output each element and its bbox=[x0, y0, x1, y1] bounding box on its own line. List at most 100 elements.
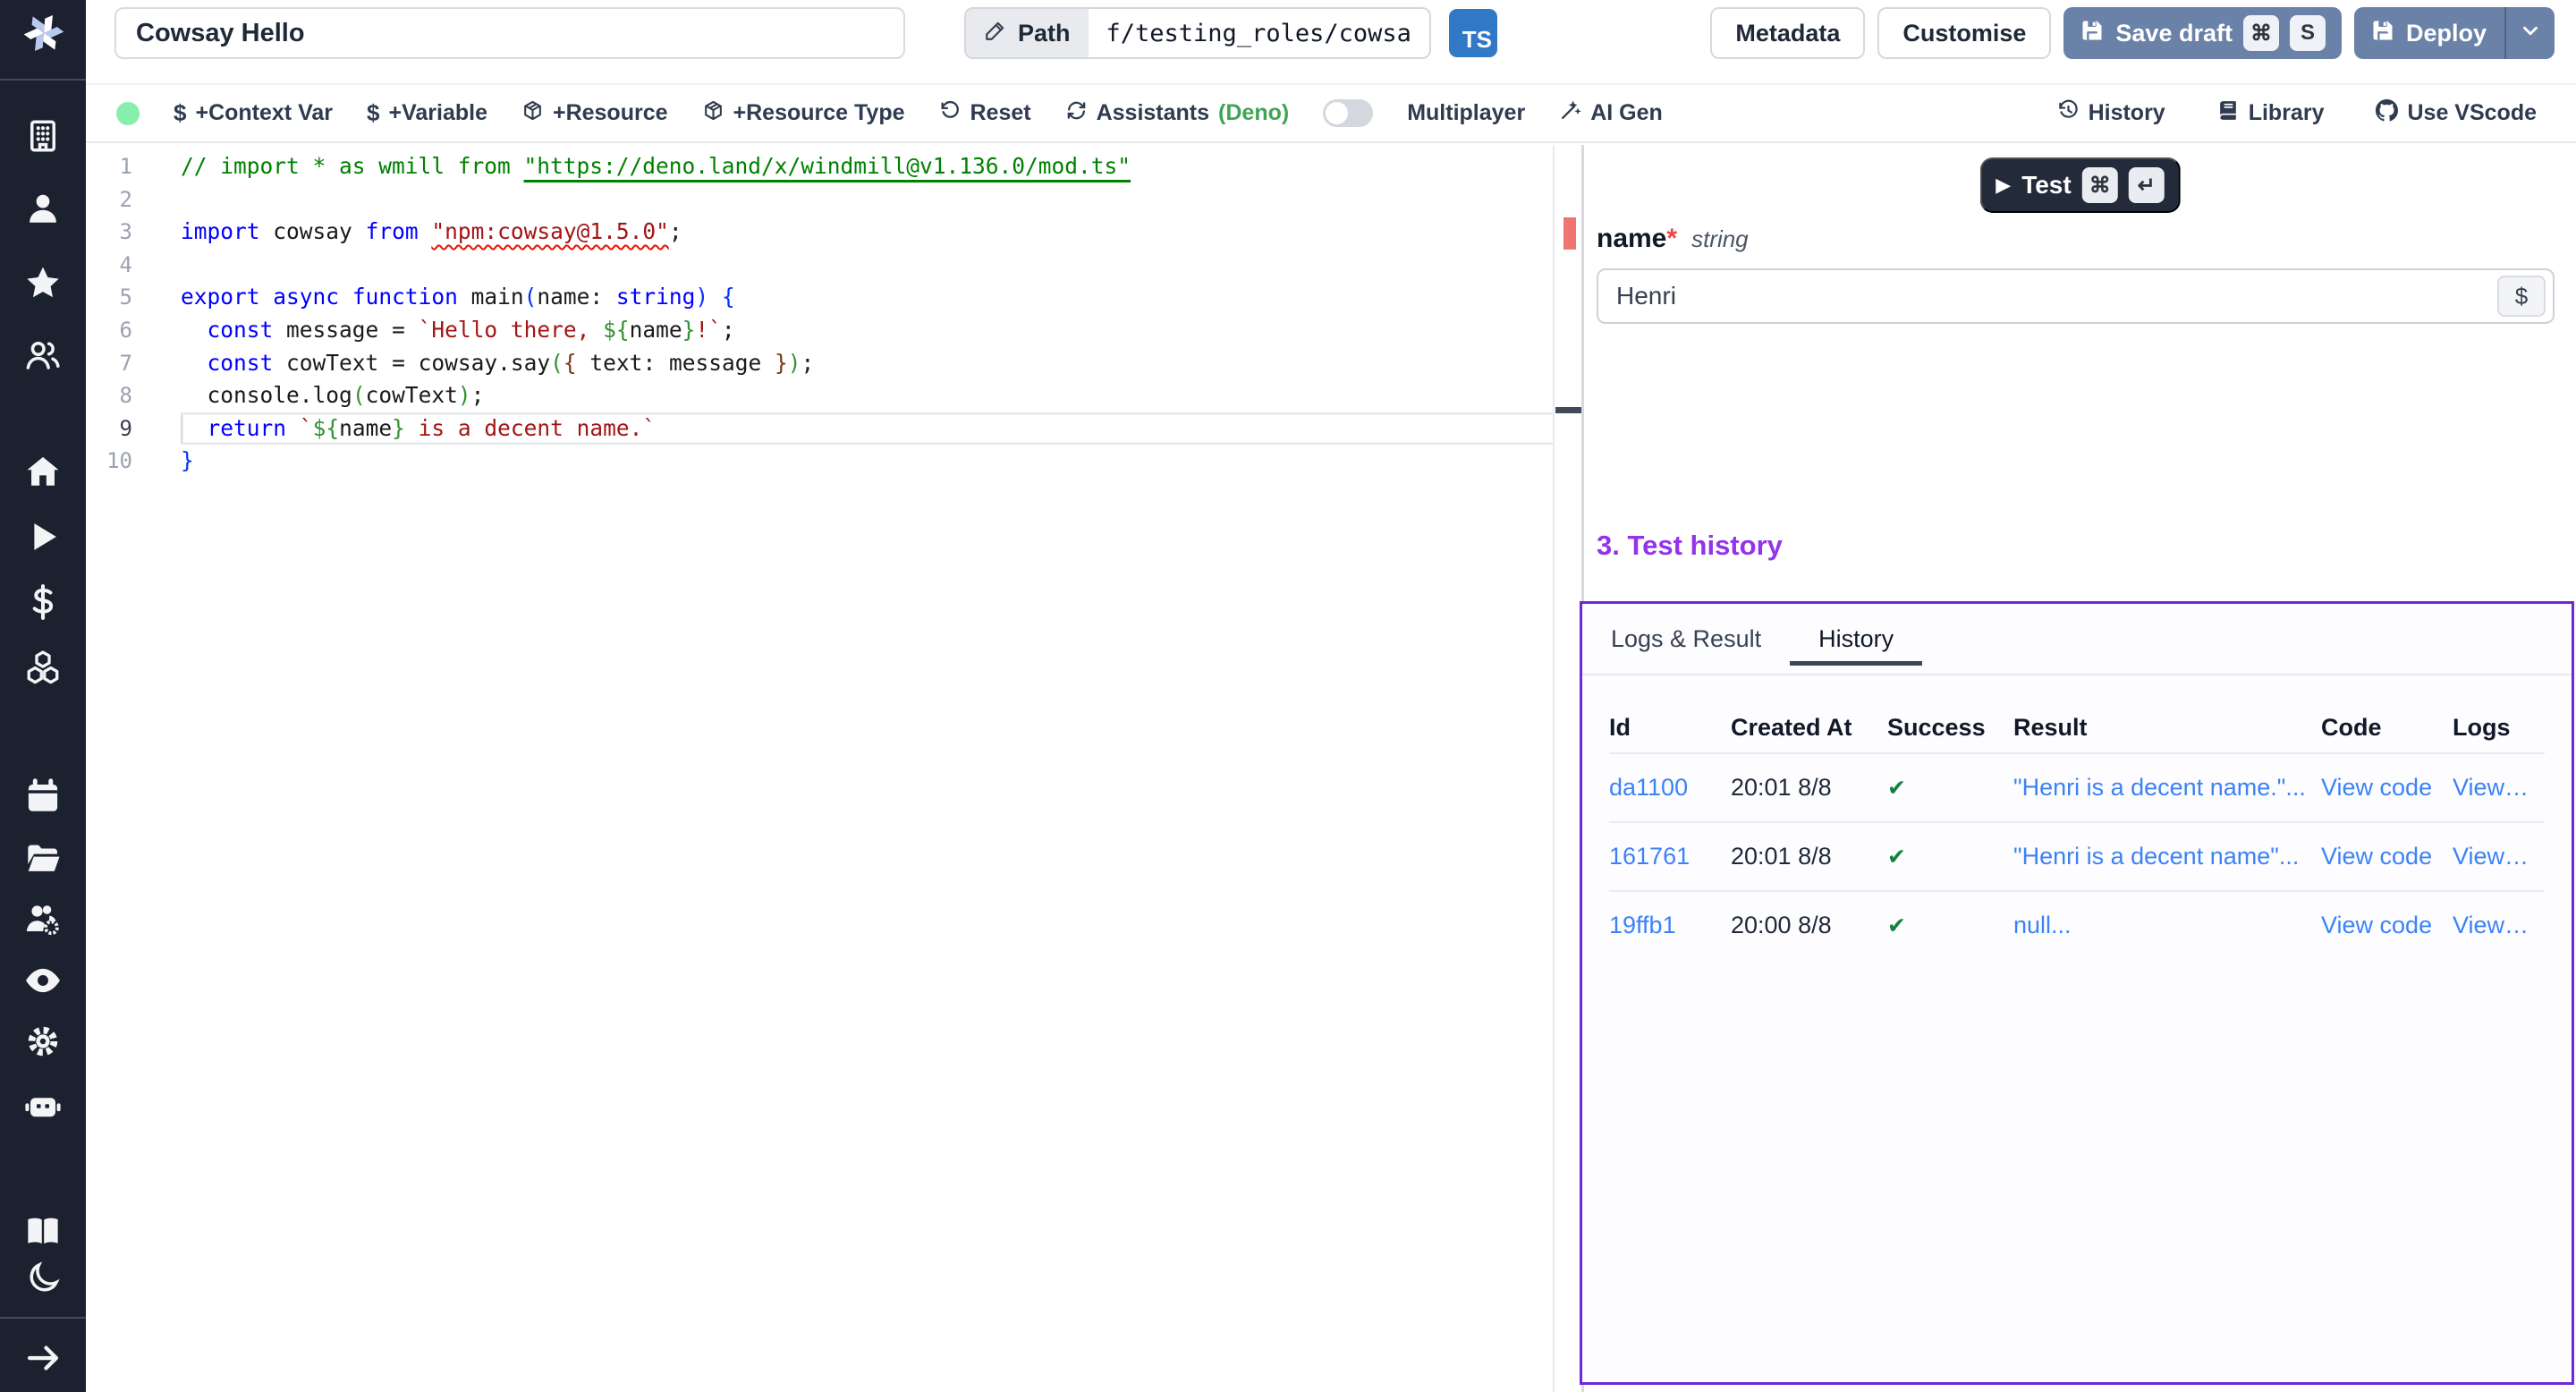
calendar-icon bbox=[24, 778, 62, 816]
view-code-link[interactable]: View code bbox=[2321, 774, 2453, 802]
code-line-9[interactable]: return `${name} is a decent name.` bbox=[181, 412, 1639, 446]
created-at: 20:00 8/8 bbox=[1731, 912, 1887, 939]
moon-icon bbox=[24, 1260, 62, 1297]
arrow-right-icon bbox=[24, 1339, 62, 1377]
cmd-key-badge: ⌘ bbox=[2243, 15, 2279, 51]
run-id-link[interactable]: 161761 bbox=[1609, 843, 1731, 870]
tab-logs-result[interactable]: Logs & Result bbox=[1611, 625, 1761, 653]
line-number: 8 bbox=[86, 379, 179, 412]
windmill-logo-icon[interactable] bbox=[21, 11, 66, 55]
code-line-6[interactable]: const message = `Hello there, ${name}!`; bbox=[181, 314, 1639, 347]
code-line-1[interactable]: // import * as wmill from "https://deno.… bbox=[181, 150, 1639, 183]
run-id-link[interactable]: 19ffb1 bbox=[1609, 912, 1731, 939]
view-logs-link[interactable]: View logs bbox=[2453, 843, 2545, 870]
enter-key-badge: ↵ bbox=[2129, 167, 2165, 203]
tab-history[interactable]: History bbox=[1818, 625, 1894, 653]
error-marker bbox=[1563, 217, 1576, 250]
multiplayer-toggle[interactable] bbox=[1323, 99, 1373, 127]
variable-picker-button[interactable]: $ bbox=[2497, 276, 2546, 317]
run-id-link[interactable]: da1100 bbox=[1609, 774, 1731, 802]
script-title-input[interactable] bbox=[114, 7, 905, 59]
code-line-7[interactable]: const cowText = cowsay.say({ text: messa… bbox=[181, 347, 1639, 380]
star-icon bbox=[24, 264, 62, 301]
add-context-var-button[interactable]: $+Context Var bbox=[174, 99, 333, 127]
code-content[interactable]: // import * as wmill from "https://deno.… bbox=[181, 150, 1639, 478]
add-resource-type-button[interactable]: +Resource Type bbox=[702, 99, 905, 128]
customise-button[interactable]: Customise bbox=[1877, 7, 2051, 59]
line-number: 5 bbox=[86, 281, 179, 314]
book-icon bbox=[2217, 99, 2240, 128]
add-resource-button[interactable]: +Resource bbox=[521, 99, 668, 128]
use-vscode-button[interactable]: Use VScode bbox=[2376, 99, 2537, 128]
created-at: 20:01 8/8 bbox=[1731, 774, 1887, 802]
test-button[interactable]: ▶ Test ⌘ ↵ bbox=[1979, 157, 2180, 213]
add-variable-button[interactable]: $+Variable bbox=[367, 99, 487, 127]
sidebar bbox=[0, 0, 86, 1392]
edit-path-button[interactable]: Path bbox=[966, 9, 1089, 57]
ai-gen-button[interactable]: AI Gen bbox=[1559, 99, 1663, 128]
line-number: 4 bbox=[86, 249, 179, 282]
view-code-link[interactable]: View code bbox=[2321, 912, 2453, 939]
sidebar-item-building[interactable] bbox=[24, 117, 62, 155]
sidebar-item-gear[interactable] bbox=[24, 1023, 62, 1060]
gear-icon bbox=[24, 1023, 62, 1060]
assistants-button[interactable]: Assistants(Deno) bbox=[1065, 99, 1290, 128]
home-icon bbox=[24, 453, 62, 490]
run-panel: ▶ Test ⌘ ↵ name * string Henri $ 3. Test… bbox=[1584, 145, 2576, 1392]
editor-toolbar: $+Context Var $+Variable +Resource +Reso… bbox=[86, 85, 2576, 143]
building-icon bbox=[24, 117, 62, 155]
deploy-dropdown-button[interactable] bbox=[2504, 7, 2555, 59]
sidebar-item-play[interactable] bbox=[24, 518, 62, 556]
history-table: Id Created At Success Result Code Logs d… bbox=[1609, 702, 2545, 959]
line-number: 3 bbox=[86, 216, 179, 249]
users-icon bbox=[24, 336, 62, 374]
sidebar-item-users[interactable] bbox=[24, 336, 62, 374]
result-link[interactable]: "Henri is a decent name"... bbox=[2013, 843, 2321, 870]
multiplayer-label: Multiplayer bbox=[1407, 100, 1525, 126]
code-line-5[interactable]: export async function main(name: string)… bbox=[181, 281, 1639, 314]
dollar-icon: $ bbox=[174, 99, 186, 127]
save-draft-button[interactable]: Save draft ⌘ S bbox=[2063, 7, 2342, 59]
code-editor[interactable]: 12345678910 // import * as wmill from "h… bbox=[86, 145, 1581, 1392]
arg-value-input[interactable]: Henri $ bbox=[1597, 268, 2555, 324]
sidebar-item-arrow-right[interactable] bbox=[24, 1339, 62, 1377]
sidebar-item-boxes[interactable] bbox=[24, 649, 62, 686]
history-button[interactable]: History bbox=[2057, 99, 2165, 128]
result-link[interactable]: null... bbox=[2013, 912, 2321, 939]
code-line-3[interactable]: import cowsay from "npm:cowsay@1.5.0"; bbox=[181, 216, 1639, 249]
line-number: 6 bbox=[86, 314, 179, 347]
sidebar-item-folder-open[interactable] bbox=[24, 839, 62, 877]
eye-icon bbox=[24, 962, 62, 999]
metadata-button[interactable]: Metadata bbox=[1710, 7, 1865, 59]
sidebar-item-users-gear[interactable] bbox=[24, 901, 62, 938]
sidebar-item-bot[interactable] bbox=[24, 1087, 62, 1125]
view-logs-link[interactable]: View logs bbox=[2453, 912, 2545, 939]
test-history-heading: 3. Test history bbox=[1597, 530, 1783, 562]
editor-scrollbar[interactable] bbox=[1553, 145, 1581, 1392]
history-clock-icon bbox=[2057, 99, 2080, 128]
code-line-2[interactable] bbox=[181, 183, 1639, 216]
sidebar-item-user[interactable] bbox=[24, 190, 62, 227]
play-icon bbox=[24, 518, 62, 556]
users-gear-icon bbox=[24, 901, 62, 938]
arg-name-label: name bbox=[1597, 224, 1666, 254]
sidebar-item-dollar[interactable] bbox=[24, 583, 62, 621]
sidebar-item-book[interactable] bbox=[24, 1213, 62, 1251]
code-line-4[interactable] bbox=[181, 249, 1639, 282]
code-line-8[interactable]: console.log(cowText); bbox=[181, 379, 1639, 412]
sidebar-item-calendar[interactable] bbox=[24, 778, 62, 816]
sidebar-item-moon[interactable] bbox=[24, 1260, 62, 1297]
sidebar-item-eye[interactable] bbox=[24, 962, 62, 999]
view-logs-link[interactable]: View logs bbox=[2453, 774, 2545, 802]
path-group: Path f/testing_roles/cowsa bbox=[964, 7, 1431, 59]
view-code-link[interactable]: View code bbox=[2321, 843, 2453, 870]
path-value[interactable]: f/testing_roles/cowsa bbox=[1089, 9, 1429, 57]
history-tabs: Logs & Result History bbox=[1582, 604, 2572, 675]
sidebar-item-star[interactable] bbox=[24, 264, 62, 301]
deploy-button[interactable]: Deploy bbox=[2354, 7, 2555, 59]
result-link[interactable]: "Henri is a decent name."... bbox=[2013, 774, 2321, 802]
reset-button[interactable]: Reset bbox=[939, 99, 1031, 128]
code-line-10[interactable]: } bbox=[181, 445, 1639, 478]
library-button[interactable]: Library bbox=[2217, 99, 2325, 128]
sidebar-item-home[interactable] bbox=[24, 453, 62, 490]
